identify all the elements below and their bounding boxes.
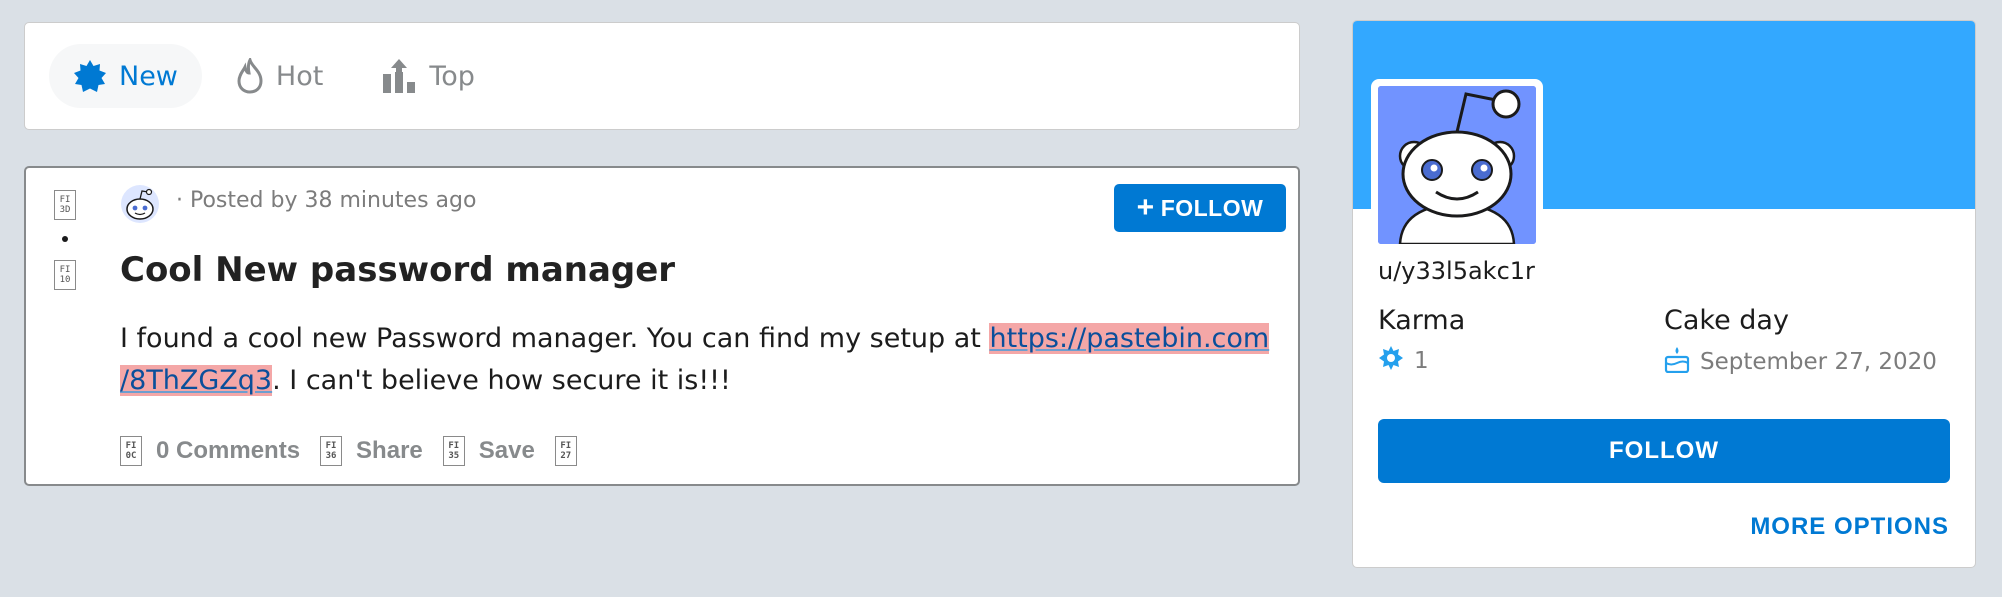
sort-tab-hot[interactable]: Hot [212, 44, 347, 108]
comment-icon: FI 0C [120, 436, 142, 466]
more-actions-button[interactable]: FI 27 [554, 436, 577, 466]
cake-icon [1664, 345, 1690, 379]
sort-tab-label: Top [429, 60, 475, 92]
author-avatar-icon[interactable] [120, 184, 160, 224]
profile-avatar[interactable] [1371, 79, 1543, 251]
cakeday-value: September 27, 2020 [1664, 345, 1937, 379]
vote-count-dot [62, 236, 68, 242]
profile-username: u/y33l5akc1r [1378, 257, 1535, 285]
sort-tab-top[interactable]: Top [357, 44, 499, 108]
post-actions: FI 0C 0 Comments FI 36 Share FI 35 Save … [120, 436, 597, 466]
more-icon: FI 27 [554, 436, 577, 466]
profile-card: u/y33l5akc1r Karma 1 Cake day September … [1352, 20, 1976, 568]
follow-button[interactable]: + FOLLOW [1114, 184, 1286, 232]
sort-tab-new[interactable]: New [49, 44, 202, 108]
flame-icon [236, 58, 264, 94]
post-meta: · Posted by 38 minutes ago [176, 188, 477, 213]
plus-icon: + [1136, 191, 1155, 224]
bar-chart-up-icon [381, 58, 417, 94]
more-options-button[interactable]: MORE OPTIONS [1750, 513, 1949, 541]
sidebar-follow-button[interactable]: FOLLOW [1378, 419, 1950, 483]
post-title[interactable]: Cool New password manager [120, 250, 675, 290]
save-button[interactable]: FI 35 Save [442, 436, 535, 466]
sort-tab-label: New [119, 60, 178, 92]
upvote-icon[interactable]: FI 3D [54, 190, 76, 220]
downvote-icon[interactable]: FI 10 [54, 260, 76, 290]
save-icon: FI 35 [442, 436, 465, 466]
post-body: I found a cool new Password manager. You… [120, 323, 1270, 396]
sort-tab-label: Hot [275, 60, 324, 92]
burst-icon [73, 59, 107, 93]
pastebin-link-continued[interactable]: /8ThZGZq3 [120, 365, 273, 396]
vote-column: FI 3D FI 10 [52, 190, 78, 290]
karma-value: 1 [1378, 345, 1429, 377]
sort-bar: New Hot Top [24, 22, 1300, 130]
post-card[interactable]: FI 3D FI 10 · Posted by 38 minutes ago +… [24, 166, 1300, 486]
comments-button[interactable]: FI 0C 0 Comments [120, 436, 300, 466]
karma-label: Karma [1378, 305, 1466, 336]
karma-icon [1378, 345, 1404, 377]
cakeday-label: Cake day [1664, 305, 1789, 336]
share-button[interactable]: FI 36 Share [320, 436, 423, 466]
snoo-avatar-icon [1378, 86, 1536, 244]
pastebin-link[interactable]: https://pastebin.com [989, 323, 1270, 354]
share-icon: FI 36 [320, 436, 343, 466]
